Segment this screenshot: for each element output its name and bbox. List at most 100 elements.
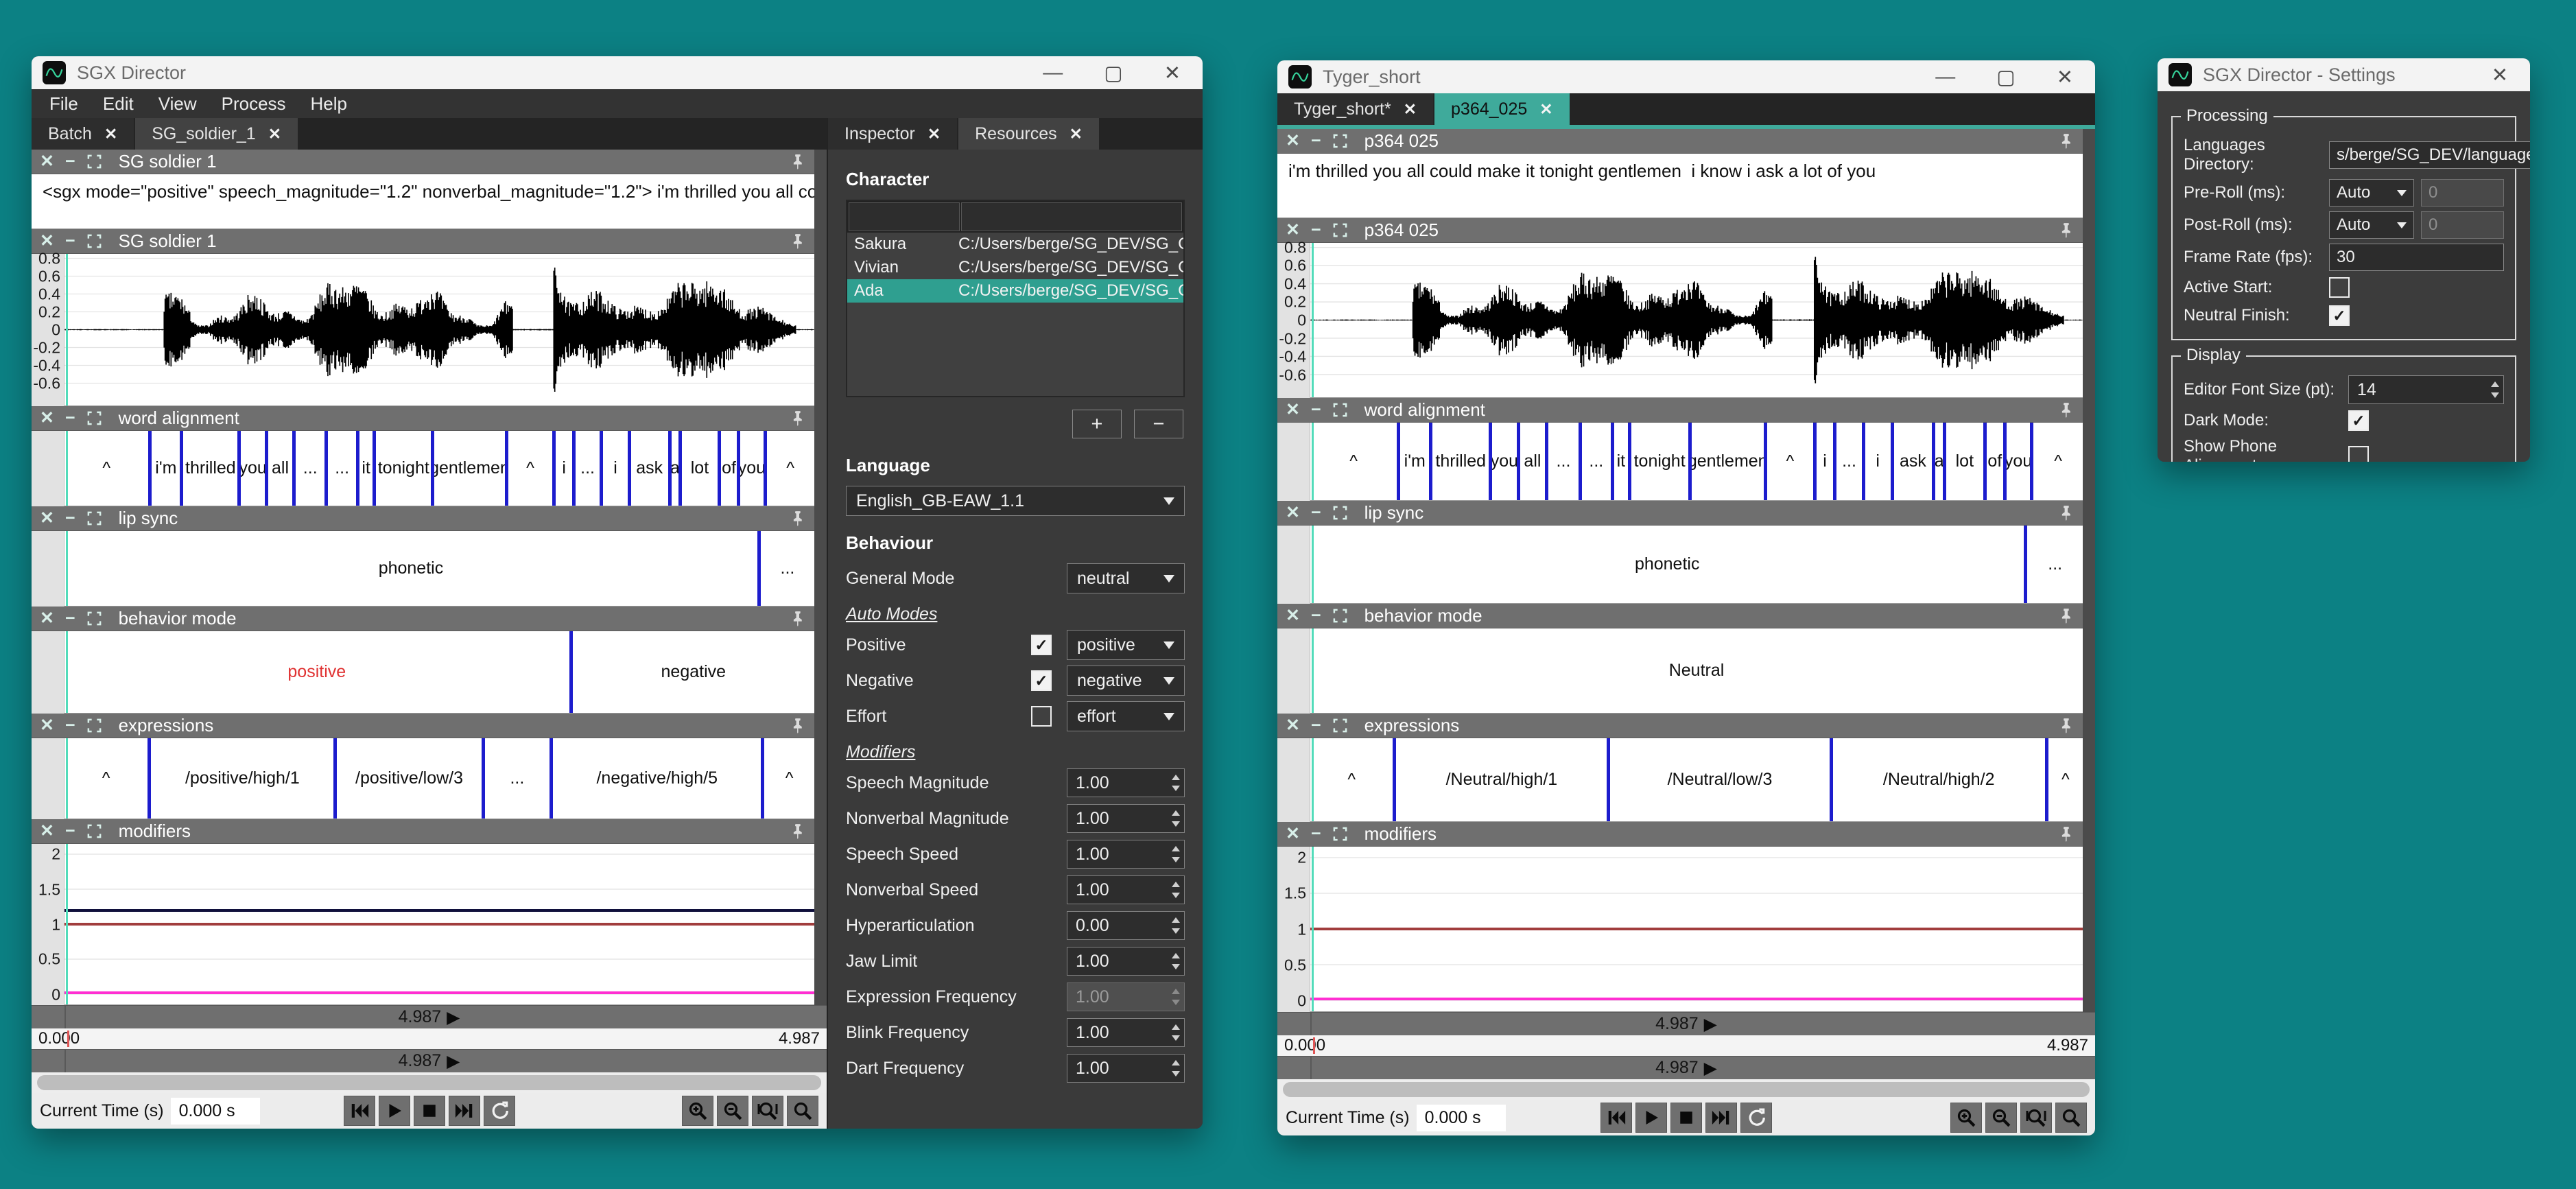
modifier-spinbox[interactable]: 1.00 bbox=[1067, 875, 1185, 904]
zoom-out-button[interactable] bbox=[717, 1096, 748, 1126]
word-segment[interactable]: ... bbox=[324, 431, 356, 506]
spin-down-icon[interactable] bbox=[1172, 1000, 1180, 1009]
waveform-view[interactable] bbox=[1310, 243, 2083, 398]
inspector-tab[interactable]: Resources ✕ bbox=[958, 118, 1099, 150]
close-icon[interactable]: ✕ bbox=[1286, 825, 1300, 843]
column-header[interactable] bbox=[961, 202, 1182, 231]
playhead[interactable] bbox=[66, 254, 68, 405]
word-segment[interactable]: ask bbox=[1891, 423, 1933, 500]
modifier-curve[interactable] bbox=[64, 909, 814, 912]
behavior-segment[interactable]: positive bbox=[64, 631, 569, 713]
auto-mode-checkbox[interactable]: ✓ bbox=[1031, 635, 1052, 655]
post-roll-value-field[interactable]: 0 bbox=[2421, 211, 2504, 239]
word-segment[interactable]: i bbox=[600, 431, 627, 506]
expand-icon[interactable] bbox=[86, 233, 102, 249]
modifier-spinbox[interactable]: 1.00 bbox=[1067, 982, 1185, 1011]
menu-item[interactable]: View bbox=[147, 92, 208, 116]
auto-mode-dropdown[interactable]: positive bbox=[1067, 630, 1185, 660]
timeline-range-bar-2[interactable]: 4.987▶ bbox=[1277, 1056, 2095, 1079]
close-icon[interactable]: ✕ bbox=[40, 717, 54, 734]
show-phone-alignment-checkbox[interactable]: ✓ bbox=[2348, 446, 2369, 462]
close-icon[interactable]: ✕ bbox=[40, 153, 54, 170]
scrollbar-thumb[interactable] bbox=[37, 1075, 821, 1090]
spin-up-icon[interactable] bbox=[1172, 806, 1180, 816]
dark-mode-checkbox[interactable]: ✓ bbox=[2348, 410, 2369, 431]
modifiers-track[interactable] bbox=[64, 844, 814, 1005]
pin-icon[interactable] bbox=[789, 410, 806, 427]
close-button[interactable]: ✕ bbox=[2492, 63, 2508, 87]
word-segment[interactable]: ... bbox=[1545, 423, 1578, 500]
expression-segment[interactable]: /positive/low/3 bbox=[333, 738, 481, 819]
lip-sync-segment[interactable]: ... bbox=[757, 531, 814, 606]
stop-button[interactable] bbox=[414, 1096, 445, 1126]
word-segment[interactable]: you bbox=[237, 431, 264, 506]
word-segment[interactable]: thrilled bbox=[1429, 423, 1489, 500]
spin-up-icon[interactable] bbox=[1172, 770, 1180, 780]
range-handle-icon[interactable]: ▶ bbox=[447, 1051, 460, 1072]
modifier-curve[interactable] bbox=[64, 991, 814, 994]
neutral-finish-checkbox[interactable]: ✓ bbox=[2329, 305, 2350, 326]
spin-up-icon[interactable] bbox=[1172, 878, 1180, 887]
frame-rate-field[interactable]: 30 bbox=[2329, 244, 2504, 271]
range-handle-icon[interactable]: ▶ bbox=[1704, 1058, 1717, 1079]
pin-icon[interactable] bbox=[2057, 222, 2075, 239]
spin-up-icon[interactable] bbox=[1172, 842, 1180, 851]
word-segment[interactable]: ask bbox=[628, 431, 668, 506]
word-segment[interactable]: gentlemen bbox=[1688, 423, 1764, 500]
play-button[interactable] bbox=[379, 1096, 410, 1126]
play-button[interactable] bbox=[1635, 1103, 1667, 1133]
inspector-tab[interactable]: Inspector ✕ bbox=[828, 118, 957, 150]
modifier-spinbox[interactable]: 1.00 bbox=[1067, 768, 1185, 797]
spin-down-icon[interactable] bbox=[1172, 928, 1180, 938]
maximize-button[interactable]: ▢ bbox=[1996, 65, 2015, 89]
close-icon[interactable]: ✕ bbox=[40, 510, 54, 527]
minimize-icon[interactable]: − bbox=[1311, 607, 1321, 624]
auto-mode-checkbox[interactable]: ✓ bbox=[1031, 670, 1052, 691]
spin-down-icon[interactable] bbox=[1172, 893, 1180, 902]
playhead[interactable] bbox=[66, 431, 68, 506]
expression-segment[interactable]: /Neutral/high/2 bbox=[1830, 738, 2045, 821]
word-segment[interactable]: gentlemen bbox=[431, 431, 504, 506]
pin-icon[interactable] bbox=[789, 717, 806, 734]
spin-up-icon[interactable] bbox=[1172, 913, 1180, 923]
close-icon[interactable]: ✕ bbox=[40, 233, 54, 250]
close-icon[interactable]: ✕ bbox=[1286, 717, 1300, 734]
loop-button[interactable] bbox=[484, 1096, 515, 1126]
pin-icon[interactable] bbox=[789, 510, 806, 527]
modifier-curve[interactable] bbox=[64, 923, 814, 926]
range-handle-icon[interactable]: ▶ bbox=[1704, 1014, 1717, 1035]
spin-up-icon[interactable] bbox=[1172, 985, 1180, 994]
word-segment[interactable]: lot bbox=[1943, 423, 1983, 500]
word-segment[interactable]: a bbox=[1932, 423, 1943, 500]
timeline-ruler[interactable]: 0.000 4.987 bbox=[32, 1028, 827, 1049]
spin-up-icon[interactable] bbox=[1172, 949, 1180, 958]
pin-icon[interactable] bbox=[2057, 607, 2075, 624]
modifiers-track[interactable] bbox=[1310, 847, 2083, 1012]
time-cursor[interactable] bbox=[67, 1031, 69, 1047]
pin-icon[interactable] bbox=[789, 233, 806, 250]
skip-to-start-button[interactable] bbox=[1600, 1103, 1632, 1133]
word-segment[interactable]: lot bbox=[678, 431, 718, 506]
spin-down-icon[interactable] bbox=[1172, 1071, 1180, 1081]
word-segment[interactable]: ... bbox=[1833, 423, 1862, 500]
close-icon[interactable]: ✕ bbox=[927, 125, 941, 143]
pin-icon[interactable] bbox=[789, 153, 806, 170]
timeline-range-bar[interactable]: 4.987▶ bbox=[1277, 1012, 2095, 1035]
minimize-icon[interactable]: − bbox=[1311, 717, 1321, 734]
modifier-spinbox[interactable]: 1.00 bbox=[1067, 947, 1185, 976]
editor-font-size-spinbox[interactable]: 14 bbox=[2348, 375, 2504, 404]
word-segment[interactable]: it bbox=[356, 431, 373, 506]
spin-down-icon[interactable] bbox=[1172, 1035, 1180, 1045]
modifier-curve[interactable] bbox=[1310, 928, 2083, 930]
minimize-button[interactable]: — bbox=[1935, 66, 1955, 89]
document-tab[interactable]: SG_soldier_1 ✕ bbox=[135, 118, 298, 150]
skip-to-end-button[interactable] bbox=[1705, 1103, 1737, 1133]
word-segment[interactable]: ^ bbox=[2030, 423, 2083, 500]
word-segment[interactable]: of bbox=[1983, 423, 2003, 500]
menu-item[interactable]: Process bbox=[211, 92, 297, 116]
horizontal-scrollbar[interactable] bbox=[32, 1072, 827, 1093]
word-segment[interactable]: ^ bbox=[64, 431, 148, 506]
zoom-fit-button[interactable] bbox=[787, 1096, 818, 1126]
menu-item[interactable]: Edit bbox=[92, 92, 145, 116]
word-segment[interactable]: you bbox=[1489, 423, 1517, 500]
